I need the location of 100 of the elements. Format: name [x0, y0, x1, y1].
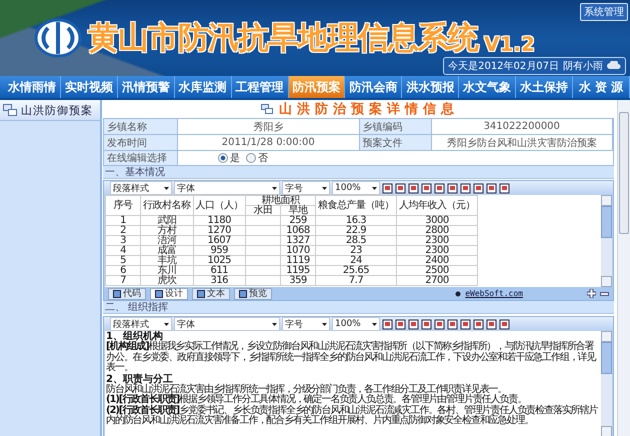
table-cell: 丰坑 — [140, 256, 193, 266]
table-cell: 2 — [106, 226, 140, 236]
plus-icon[interactable] — [587, 289, 596, 298]
website-link[interactable]: eWebSoft.com — [465, 289, 523, 298]
table-cell: 611 — [193, 266, 246, 276]
date-text: 今天是2012年02月07日 — [448, 60, 559, 73]
scrollbar[interactable] — [601, 195, 612, 287]
version-label: V1.2 — [484, 32, 535, 56]
dropdown-arrow-icon — [372, 322, 377, 326]
table-cell: 3 — [106, 236, 140, 246]
nav-tab[interactable]: 水 资 源 — [573, 76, 630, 98]
mode-tab[interactable]: 设计 — [150, 288, 188, 300]
table-cell: 东川 — [140, 266, 193, 276]
table-cell: 1195 — [280, 266, 316, 276]
table-cell: 1119 — [280, 256, 316, 266]
table-cell: 武阳 — [140, 216, 193, 226]
table-cell: 316 — [193, 276, 246, 286]
dropdown[interactable]: 字号 — [282, 317, 330, 331]
nav-tab[interactable]: 汛情预警 — [118, 76, 175, 98]
paragraph: 防台风和山洪泥石流灾害由乡指挥所统一指挥，分级分部门负责，各工作组分工及工作职责详见表一。 — [106, 384, 507, 394]
dropdown[interactable]: 段落样式 — [110, 317, 172, 331]
table-header: 粮食总产量（吨） — [316, 196, 396, 216]
scrollbar[interactable] — [601, 331, 612, 436]
dropdown-arrow-icon — [322, 322, 327, 326]
scrollbar[interactable] — [617, 100, 630, 436]
sidebar-title: 山洪防御预案 — [21, 102, 93, 118]
dropdown[interactable]: 字号 — [282, 181, 330, 195]
minus-icon[interactable] — [600, 292, 609, 296]
table-cell: 1068 — [280, 226, 316, 236]
system-title: 黄山市防汛抗旱地理信息系统 — [88, 19, 478, 58]
dropdown[interactable]: 字体 — [174, 181, 280, 195]
table-cell: 24 — [316, 256, 396, 266]
paragraph-heading: 2、职责与分工 — [106, 374, 173, 384]
mode-icon — [113, 290, 121, 298]
table-cell: 23 — [316, 246, 396, 256]
table-header: 人均年收入（元） — [396, 196, 478, 216]
field-label: 发布时间 — [104, 135, 178, 151]
nav-tab[interactable]: 水土保持 — [516, 76, 574, 98]
table-header: 水田 — [246, 206, 280, 216]
table-header: 行政村名称 — [140, 196, 193, 216]
dropdown[interactable]: 字体 — [174, 317, 280, 331]
table-cell: 22.9 — [316, 226, 396, 236]
dropdown-arrow-icon — [272, 322, 277, 326]
radio-option[interactable]: 否 — [246, 151, 268, 165]
table-cell — [246, 236, 280, 246]
table-header: 序号 — [106, 196, 140, 216]
nav-tab[interactable]: 水情雨情 — [4, 76, 61, 98]
table-header: 人口（人） — [193, 196, 246, 216]
nav-tab[interactable]: 洪水预报 — [402, 76, 460, 98]
nav-tab[interactable]: 防汛会商 — [345, 76, 402, 98]
mode-icon — [197, 290, 205, 298]
dropdown[interactable]: 100% — [332, 317, 380, 331]
table-cell: 1070 — [280, 246, 316, 256]
mode-tab[interactable]: 预览 — [234, 288, 272, 300]
table-cell: 方村 — [140, 226, 193, 236]
dropdown[interactable]: 段落样式 — [110, 181, 172, 195]
table-cell: 7 — [106, 276, 140, 286]
radio-option[interactable]: 是 — [218, 151, 240, 165]
dropdown-arrow-icon — [164, 186, 169, 190]
dropdown-arrow-icon — [272, 186, 277, 190]
paragraph-heading: 1、组织机构 — [106, 331, 163, 342]
admin-button[interactable]: 系统管理 — [580, 3, 628, 21]
mode-icon — [155, 290, 163, 298]
dropdown-arrow-icon — [164, 322, 169, 326]
field-label: 乡镇名称 — [104, 119, 178, 135]
table-header: 耕地面积 — [246, 196, 316, 206]
table-cell — [246, 276, 280, 286]
table-cell: 2700 — [396, 276, 478, 286]
field-label: 在线编辑选择 — [104, 151, 178, 166]
table-cell: 2800 — [396, 226, 478, 236]
nav-tab[interactable]: 水文气象 — [459, 76, 516, 98]
dropdown-arrow-icon — [372, 186, 377, 190]
table-cell: 浯河 — [140, 236, 193, 246]
field-value: 秀阳乡防台风和山洪灾害防治预案 — [432, 135, 613, 151]
table-cell: 6 — [106, 266, 140, 276]
page-title: 山洪防治预案详情信息 — [279, 100, 459, 118]
table-cell: 2300 — [396, 246, 478, 256]
table-cell: 5 — [106, 256, 140, 266]
mode-tab[interactable]: 文本 — [192, 288, 230, 300]
table-cell: 1 — [106, 216, 140, 226]
paragraph: (1)[行政首长职责]根据乡领导工作分工具体情况，确定一名负责人负总责。各管理片由管理片责任人负责。 — [106, 395, 526, 405]
table-cell: 虎坎 — [140, 276, 193, 286]
mode-icon — [239, 290, 247, 298]
nav-tab[interactable]: 水库监测 — [174, 76, 232, 98]
nav-tab[interactable]: 实时视频 — [60, 76, 118, 98]
windows-icon — [3, 104, 17, 116]
field-label: 乡镇编码 — [360, 119, 432, 135]
table-cell: 1327 — [280, 236, 316, 246]
dropdown-arrow-icon — [322, 186, 327, 190]
table-cell: 3000 — [396, 216, 478, 226]
dropdown[interactable]: 100% — [332, 181, 380, 195]
table-cell — [246, 266, 280, 276]
table-cell: 2300 — [396, 236, 478, 246]
table-cell: 7.7 — [316, 276, 396, 286]
table-cell: 1607 — [193, 236, 246, 246]
table-cell: 25.65 — [316, 266, 396, 276]
table-cell: 359 — [280, 276, 316, 286]
table-cell: 259 — [280, 216, 316, 226]
mode-tab[interactable]: 代码 — [108, 288, 146, 300]
windows-icon — [261, 104, 273, 114]
